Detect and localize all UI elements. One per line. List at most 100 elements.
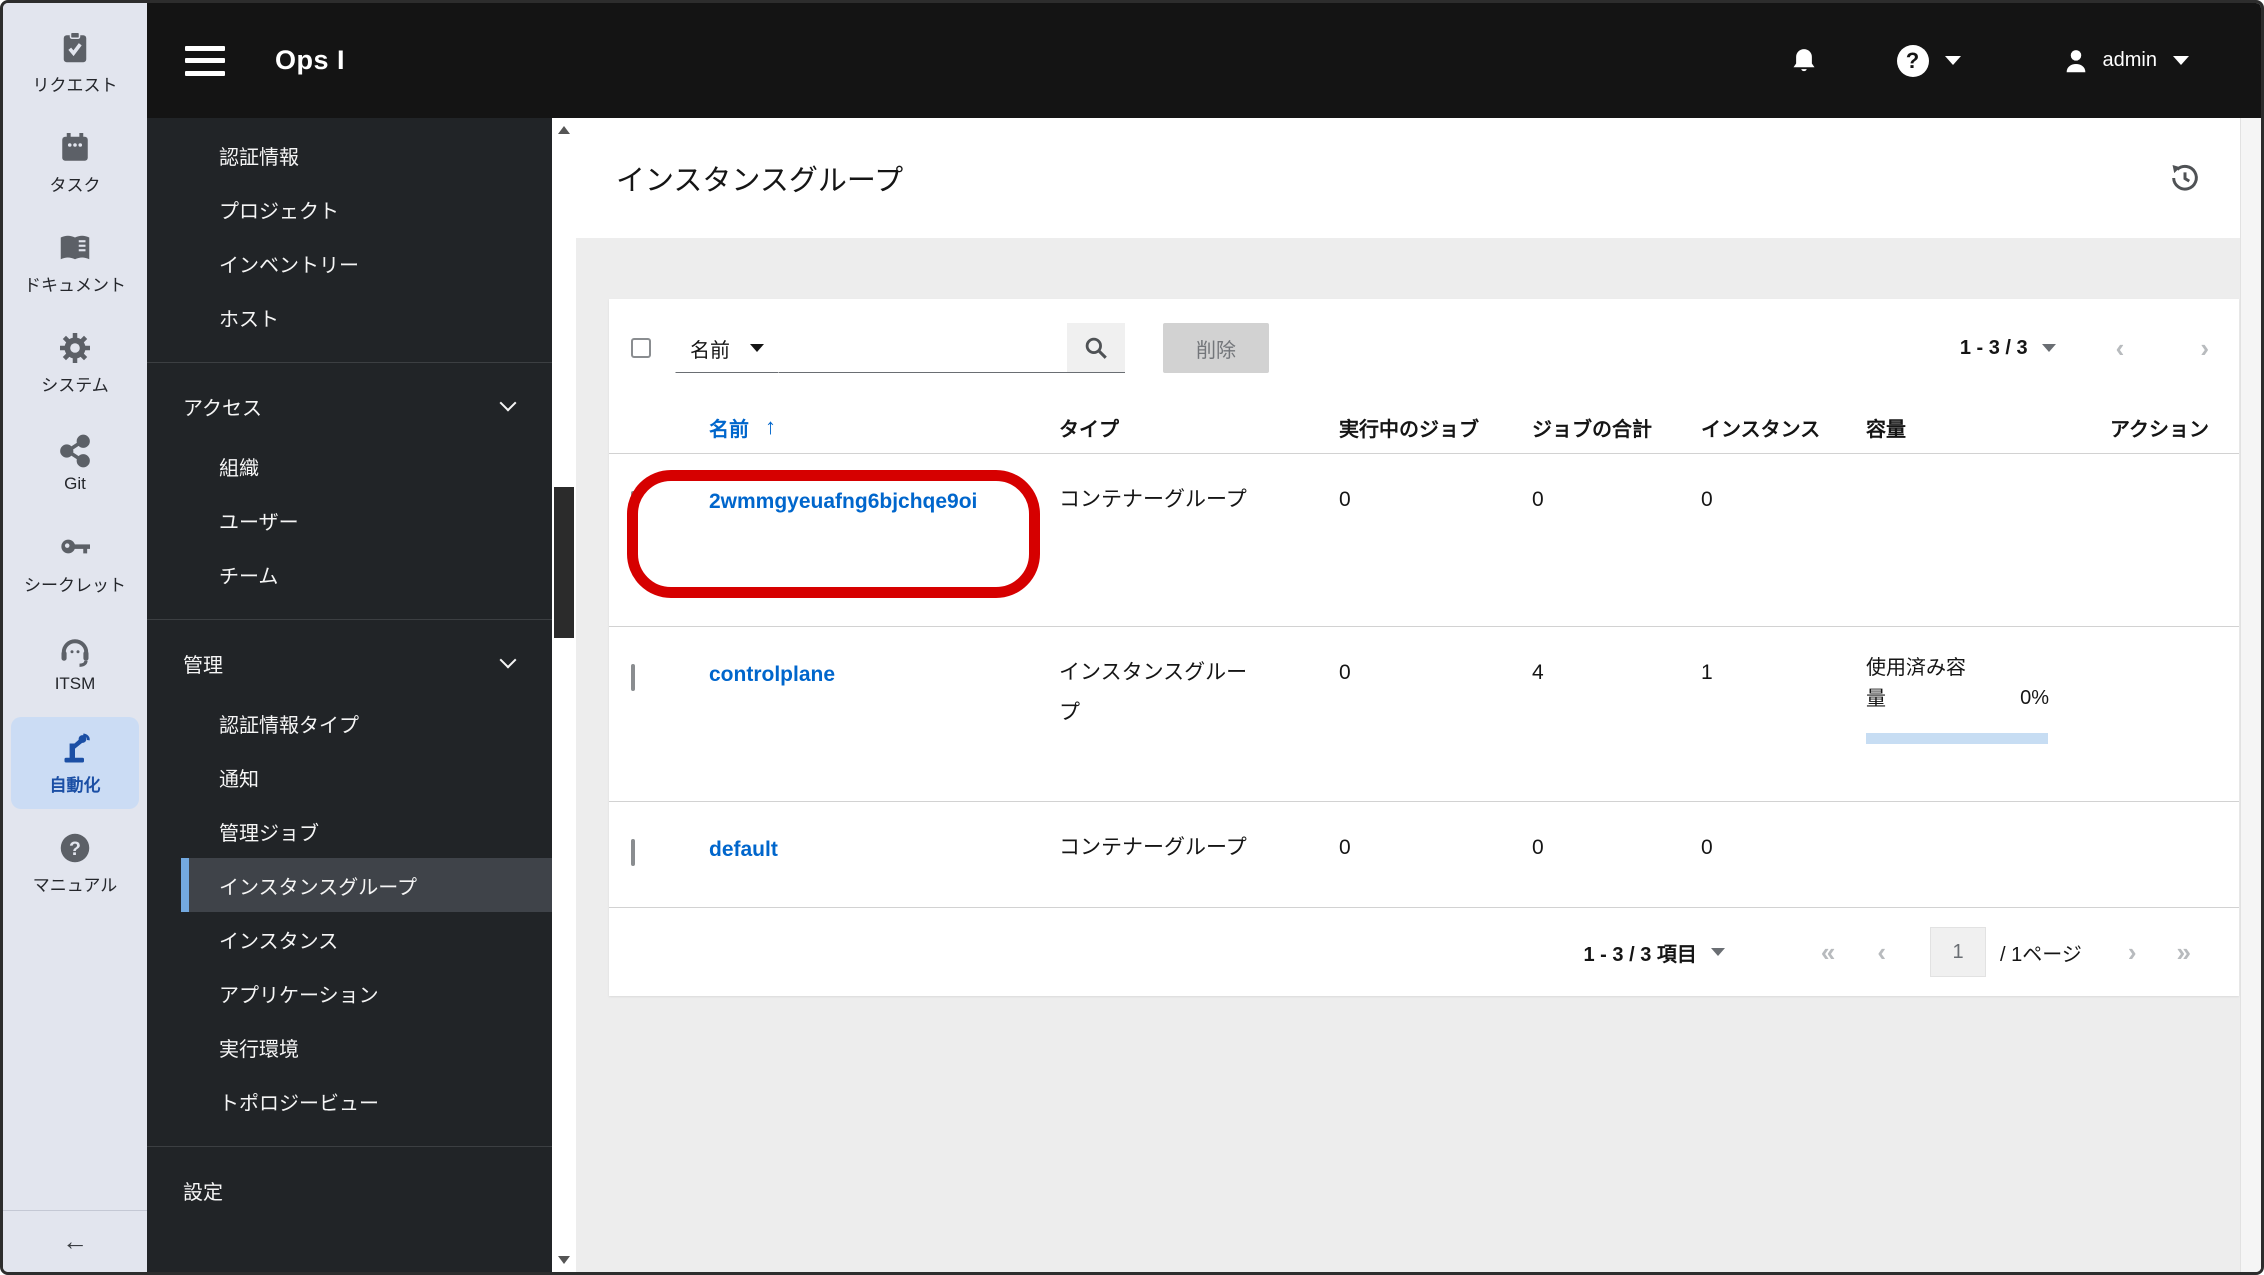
rail-item-system[interactable]: システム <box>3 313 147 413</box>
history-button[interactable] <box>2165 158 2205 198</box>
scroll-down-icon[interactable] <box>558 1256 570 1264</box>
page-title: インスタンスグループ <box>616 165 904 197</box>
main-content: インスタンスグループ 名前 削除 1 - 3 / 3 ‹ › 名前 ↑ タイプ … <box>576 118 2261 1272</box>
rail-item-itsm[interactable]: ITSM <box>3 613 147 713</box>
instance-group-link[interactable]: default <box>709 828 778 872</box>
first-page-button[interactable]: « <box>1821 939 1835 965</box>
search-input[interactable] <box>779 323 1067 373</box>
next-page-button[interactable]: › <box>2200 335 2209 361</box>
instance-group-link[interactable]: 2wmmgyeuafng6bjchqe9oi <box>709 480 977 524</box>
column-label: 名前 <box>709 418 749 441</box>
caret-down-icon <box>2173 56 2189 65</box>
rail-item-label: シークレット <box>24 576 126 595</box>
sidebar-section-label: 設定 <box>183 1181 223 1204</box>
sidebar-item-notifications[interactable]: 通知 <box>147 750 552 804</box>
caret-down-icon[interactable] <box>2041 344 2056 352</box>
sidebar-item-label: 認証情報タイプ <box>219 714 359 737</box>
sidebar-item-organizations[interactable]: 組織 <box>147 439 552 493</box>
column-header-name[interactable]: 名前 ↑ <box>709 413 1059 442</box>
sidebar-item-applications[interactable]: アプリケーション <box>147 966 552 1020</box>
running-jobs-cell: 0 <box>1339 488 1351 511</box>
app-rail: リクエスト タスク ドキュメント システム Git シークレット ITSM 自動… <box>3 3 147 1272</box>
sidebar-item-users[interactable]: ユーザー <box>147 493 552 547</box>
current-page-input[interactable]: 1 <box>1930 927 1987 977</box>
delete-button[interactable]: 削除 <box>1163 323 1269 373</box>
sidebar-item-label: ユーザー <box>219 511 299 534</box>
running-jobs-cell: 0 <box>1339 661 1351 684</box>
total-jobs-cell: 0 <box>1532 836 1544 859</box>
last-page-button[interactable]: » <box>2177 939 2191 965</box>
table-row: controlplane インスタンスグループ 0 4 1 使用済み容量 0% <box>609 626 2239 801</box>
scrollbar-thumb[interactable] <box>554 487 574 638</box>
select-all-checkbox[interactable] <box>631 338 651 358</box>
sidebar-item-projects[interactable]: プロジェクト <box>147 182 552 236</box>
prev-page-button[interactable]: ‹ <box>1877 939 1886 965</box>
page-scrollbar[interactable] <box>2240 118 2261 1272</box>
sidebar-section-access[interactable]: アクセス <box>147 373 552 439</box>
sidebar-item-instance-groups[interactable]: インスタンスグループ <box>181 858 552 912</box>
sidebar-section-administration[interactable]: 管理 <box>147 630 552 696</box>
rail-item-manual[interactable]: ? マニュアル <box>3 813 147 913</box>
row-checkbox[interactable] <box>631 839 635 866</box>
sidebar-item-credentials[interactable]: 認証情報 <box>147 128 552 182</box>
rail-item-documents[interactable]: ドキュメント <box>3 213 147 313</box>
sidebar-item-credential-types[interactable]: 認証情報タイプ <box>147 696 552 750</box>
username-label: admin <box>2102 49 2157 71</box>
sidebar-section-settings[interactable]: 設定 <box>147 1157 552 1223</box>
items-range-label: 1 - 3 / 3 項目 <box>1583 943 1697 966</box>
sidebar-item-instances[interactable]: インスタンス <box>147 912 552 966</box>
sidebar-item-inventories[interactable]: インベントリー <box>147 236 552 290</box>
sidebar-section-label: 管理 <box>183 654 223 677</box>
headset-icon <box>61 638 89 667</box>
instance-group-link[interactable]: controlplane <box>709 653 835 697</box>
help-menu-button[interactable]: ? <box>1896 44 1961 77</box>
sidebar-item-teams[interactable]: チーム <box>147 547 552 601</box>
instance-groups-card: 名前 削除 1 - 3 / 3 ‹ › 名前 ↑ タイプ 実行中のジョブ ジョブ… <box>609 299 2239 996</box>
rail-item-tasks[interactable]: タスク <box>3 113 147 213</box>
type-cell: インスタンスグループ <box>1059 661 1248 724</box>
rail-item-automation[interactable]: 自動化 <box>11 717 139 809</box>
book-icon <box>60 235 90 260</box>
notifications-button[interactable] <box>1789 46 1819 76</box>
prev-page-button[interactable]: ‹ <box>2116 335 2125 361</box>
filter-type-select[interactable]: 名前 <box>675 323 779 373</box>
sidebar-item-hosts[interactable]: ホスト <box>147 290 552 344</box>
rail-item-git[interactable]: Git <box>3 413 147 513</box>
hamburger-icon[interactable] <box>185 45 225 76</box>
sidebar-item-topology-view[interactable]: トポロジービュー <box>147 1074 552 1128</box>
row-checkbox[interactable] <box>631 664 635 691</box>
user-menu-button[interactable]: admin <box>2061 46 2189 76</box>
sidebar-item-label: インスタンスグループ <box>219 876 417 899</box>
rail-item-label: リクエスト <box>32 76 118 95</box>
help-icon: ? <box>1896 44 1929 77</box>
caret-down-icon <box>750 344 764 352</box>
capacity-percent: 0% <box>2020 687 2049 709</box>
sidebar-item-execution-environments[interactable]: 実行環境 <box>147 1020 552 1074</box>
caret-down-icon <box>1944 56 1961 65</box>
type-cell: コンテナーグループ <box>1059 488 1247 511</box>
search-button[interactable] <box>1067 323 1125 373</box>
running-jobs-cell: 0 <box>1339 836 1351 859</box>
sidebar-item-label: 認証情報 <box>219 146 299 169</box>
table-row: default コンテナーグループ 0 0 0 <box>609 801 2239 908</box>
rail-collapse-button[interactable]: ← <box>3 1210 147 1272</box>
rail-item-secrets[interactable]: シークレット <box>3 513 147 613</box>
topbar: Ops I ? admin <box>147 3 2261 118</box>
brand-title: Ops I <box>275 45 346 75</box>
arrow-left-icon: ← <box>62 1226 88 1256</box>
scroll-up-icon[interactable] <box>558 126 570 134</box>
sidebar-item-label: ホスト <box>219 308 279 331</box>
app-window: リクエスト タスク ドキュメント システム Git シークレット ITSM 自動… <box>0 0 2264 1275</box>
caret-down-icon[interactable] <box>1710 948 1725 956</box>
next-page-button[interactable]: › <box>2128 939 2137 965</box>
sidebar-scrollbar[interactable] <box>552 118 576 1272</box>
sidebar-item-management-jobs[interactable]: 管理ジョブ <box>147 804 552 858</box>
robot-arm-icon <box>64 733 90 763</box>
rail-item-label: システム <box>41 376 109 395</box>
svg-text:?: ? <box>69 838 81 860</box>
chevron-down-icon <box>499 394 517 412</box>
rail-item-requests[interactable]: リクエスト <box>3 13 147 113</box>
row-checkbox[interactable] <box>631 491 635 518</box>
sidebar-item-label: 管理ジョブ <box>219 822 319 845</box>
column-header-type: タイプ <box>1059 418 1119 441</box>
